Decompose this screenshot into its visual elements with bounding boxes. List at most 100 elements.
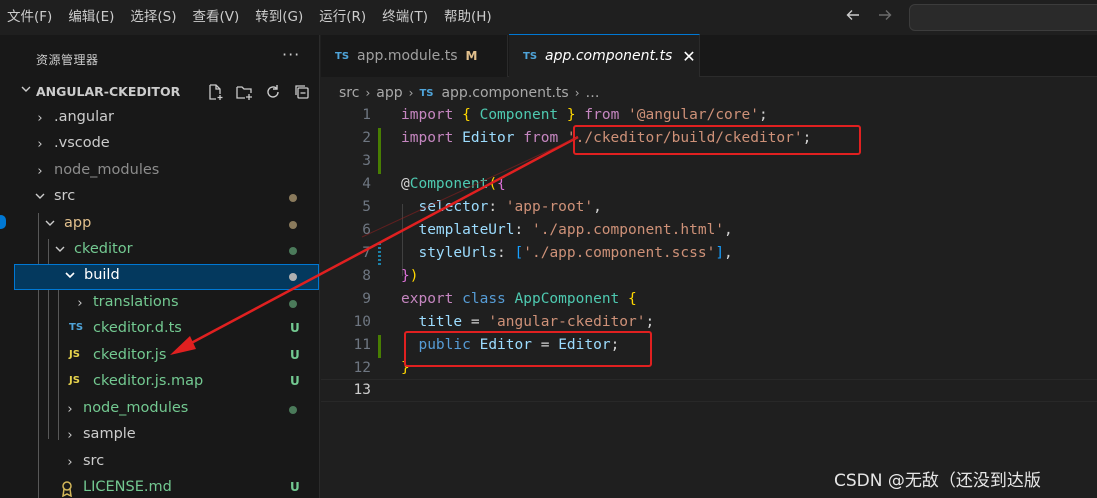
tab-label: app.component.ts (545, 48, 673, 64)
modified-badge: M (465, 49, 478, 63)
tree-folder-src-ck[interactable]: › src (14, 450, 319, 476)
tree-label: node_modules (83, 400, 189, 416)
tree-folder-src[interactable]: src (14, 185, 319, 211)
line-number: 6 (362, 222, 371, 238)
untracked-dot (289, 247, 297, 255)
breadcrumb-src[interactable]: src (339, 85, 359, 101)
tree-folder-vscode[interactable]: › .vscode (14, 132, 319, 158)
arrow-right-icon[interactable] (875, 7, 895, 28)
menu-run[interactable]: 运行(R) (312, 0, 375, 35)
explorer-sidebar: 资源管理器 ··· ANGULAR-CKEDITOR › .angular › … (14, 35, 320, 498)
chevron-right-icon: › (574, 86, 580, 100)
tree-label: app (64, 215, 92, 231)
tree-folder-node-modules[interactable]: › node_modules (14, 159, 319, 185)
menu-help[interactable]: 帮助(H) (437, 0, 501, 35)
tree-file-license[interactable]: LICENSE.md U (14, 476, 319, 498)
menu-selection[interactable]: 选择(S) (123, 0, 185, 35)
line-number: 8 (362, 268, 371, 284)
untracked-dot (289, 300, 297, 308)
collapse-all-icon[interactable] (291, 81, 313, 103)
annotation-box-editor (404, 331, 652, 367)
project-actions (204, 81, 313, 103)
tree-folder-angular[interactable]: › .angular (14, 106, 319, 132)
menu-go[interactable]: 转到(G) (248, 0, 312, 35)
line-number: 13 (353, 382, 371, 398)
menu-terminal[interactable]: 终端(T) (375, 0, 437, 35)
tree-folder-sample[interactable]: › sample (14, 423, 319, 449)
tree-file-ckeditor-d-ts[interactable]: TS ckeditor.d.ts U (14, 317, 319, 343)
tab-label: app.module.ts (357, 48, 458, 64)
breadcrumb: src › app › TS app.component.ts › … (321, 81, 600, 105)
javascript-file-icon: JS (69, 349, 80, 360)
menu-edit[interactable]: 编辑(E) (61, 0, 123, 35)
untracked-badge: U (290, 374, 300, 388)
typescript-file-icon: TS (335, 50, 350, 62)
modified-line-marker (378, 243, 381, 266)
line-number: 2 (362, 130, 371, 146)
untracked-badge: U (290, 321, 300, 335)
added-line-marker (378, 151, 381, 174)
javascript-file-icon: JS (69, 375, 80, 386)
tree-folder-ckeditor[interactable]: ckeditor (14, 238, 319, 264)
typescript-file-icon: TS (419, 87, 434, 99)
tree-folder-node-modules-ck[interactable]: › node_modules (14, 397, 319, 423)
code-text: selector: 'app-root', (418, 199, 602, 215)
editor-tabs: TS app.module.ts M TS app.component.ts ✕ (321, 34, 1097, 77)
project-header[interactable]: ANGULAR-CKEDITOR (14, 80, 319, 104)
tree-folder-build[interactable]: build (14, 264, 319, 290)
code-editor[interactable]: 1 import { Component } from '@angular/co… (321, 105, 1097, 498)
tree-label: .angular (54, 109, 114, 125)
tree-folder-app[interactable]: app (14, 212, 319, 238)
modified-dot (289, 221, 297, 229)
menu-file[interactable]: 文件(F) (0, 0, 61, 35)
code-line: 8 }) (321, 266, 1097, 289)
license-file-icon (60, 481, 74, 498)
tree-folder-translations[interactable]: › translations (14, 291, 319, 317)
chevron-right-icon: › (37, 111, 43, 126)
tree-label: LICENSE.md (83, 479, 172, 495)
tree-file-ckeditor-js-map[interactable]: JS ckeditor.js.map U (14, 370, 319, 396)
new-file-icon[interactable] (204, 81, 226, 103)
command-center-search[interactable] (909, 4, 1097, 31)
code-line: 7 styleUrls: ['./app.component.scss'], (321, 243, 1097, 266)
close-icon[interactable]: ✕ (682, 47, 695, 66)
tab-app-component[interactable]: TS app.component.ts ✕ (509, 34, 700, 77)
code-text: import { Component } from '@angular/core… (401, 107, 768, 123)
untracked-dot (289, 273, 297, 281)
tree-label: translations (93, 294, 179, 310)
line-number: 12 (353, 360, 371, 376)
tree-label: src (83, 453, 105, 469)
new-folder-icon[interactable] (233, 81, 255, 103)
tree-label: node_modules (54, 162, 160, 178)
code-text: }) (401, 268, 419, 284)
tree-file-ckeditor-js[interactable]: JS ckeditor.js U (14, 344, 319, 370)
code-line: 6 templateUrl: './app.component.html', (321, 220, 1097, 243)
chevron-down-icon (20, 83, 32, 98)
chevron-right-icon: › (67, 428, 73, 443)
line-number: 10 (353, 314, 371, 330)
line-number: 3 (362, 153, 371, 169)
tab-app-module[interactable]: TS app.module.ts M (321, 35, 508, 77)
tree-label: ckeditor.js (93, 347, 167, 363)
tree-label: ckeditor.d.ts (93, 320, 182, 336)
more-actions-icon[interactable]: ··· (282, 45, 300, 64)
refresh-icon[interactable] (262, 81, 284, 103)
untracked-badge: U (290, 480, 300, 494)
breadcrumb-symbol[interactable]: … (586, 85, 600, 101)
annotation-box-import (573, 125, 861, 155)
typescript-file-icon: TS (69, 322, 84, 333)
modified-dot (289, 194, 297, 202)
breadcrumb-file[interactable]: app.component.ts (441, 85, 568, 101)
tree-label: ckeditor (74, 241, 133, 257)
untracked-dot (289, 406, 297, 414)
code-line: 5 selector: 'app-root', (321, 197, 1097, 220)
chevron-right-icon: › (37, 137, 43, 152)
breadcrumb-app[interactable]: app (376, 85, 402, 101)
line-number: 11 (353, 337, 371, 353)
added-line-marker (378, 128, 381, 151)
line-number: 4 (362, 176, 371, 192)
menu-view[interactable]: 查看(V) (186, 0, 249, 35)
arrow-left-icon[interactable] (843, 7, 863, 28)
current-line: 13 (321, 379, 1097, 402)
tree-label: ckeditor.js.map (93, 373, 204, 389)
